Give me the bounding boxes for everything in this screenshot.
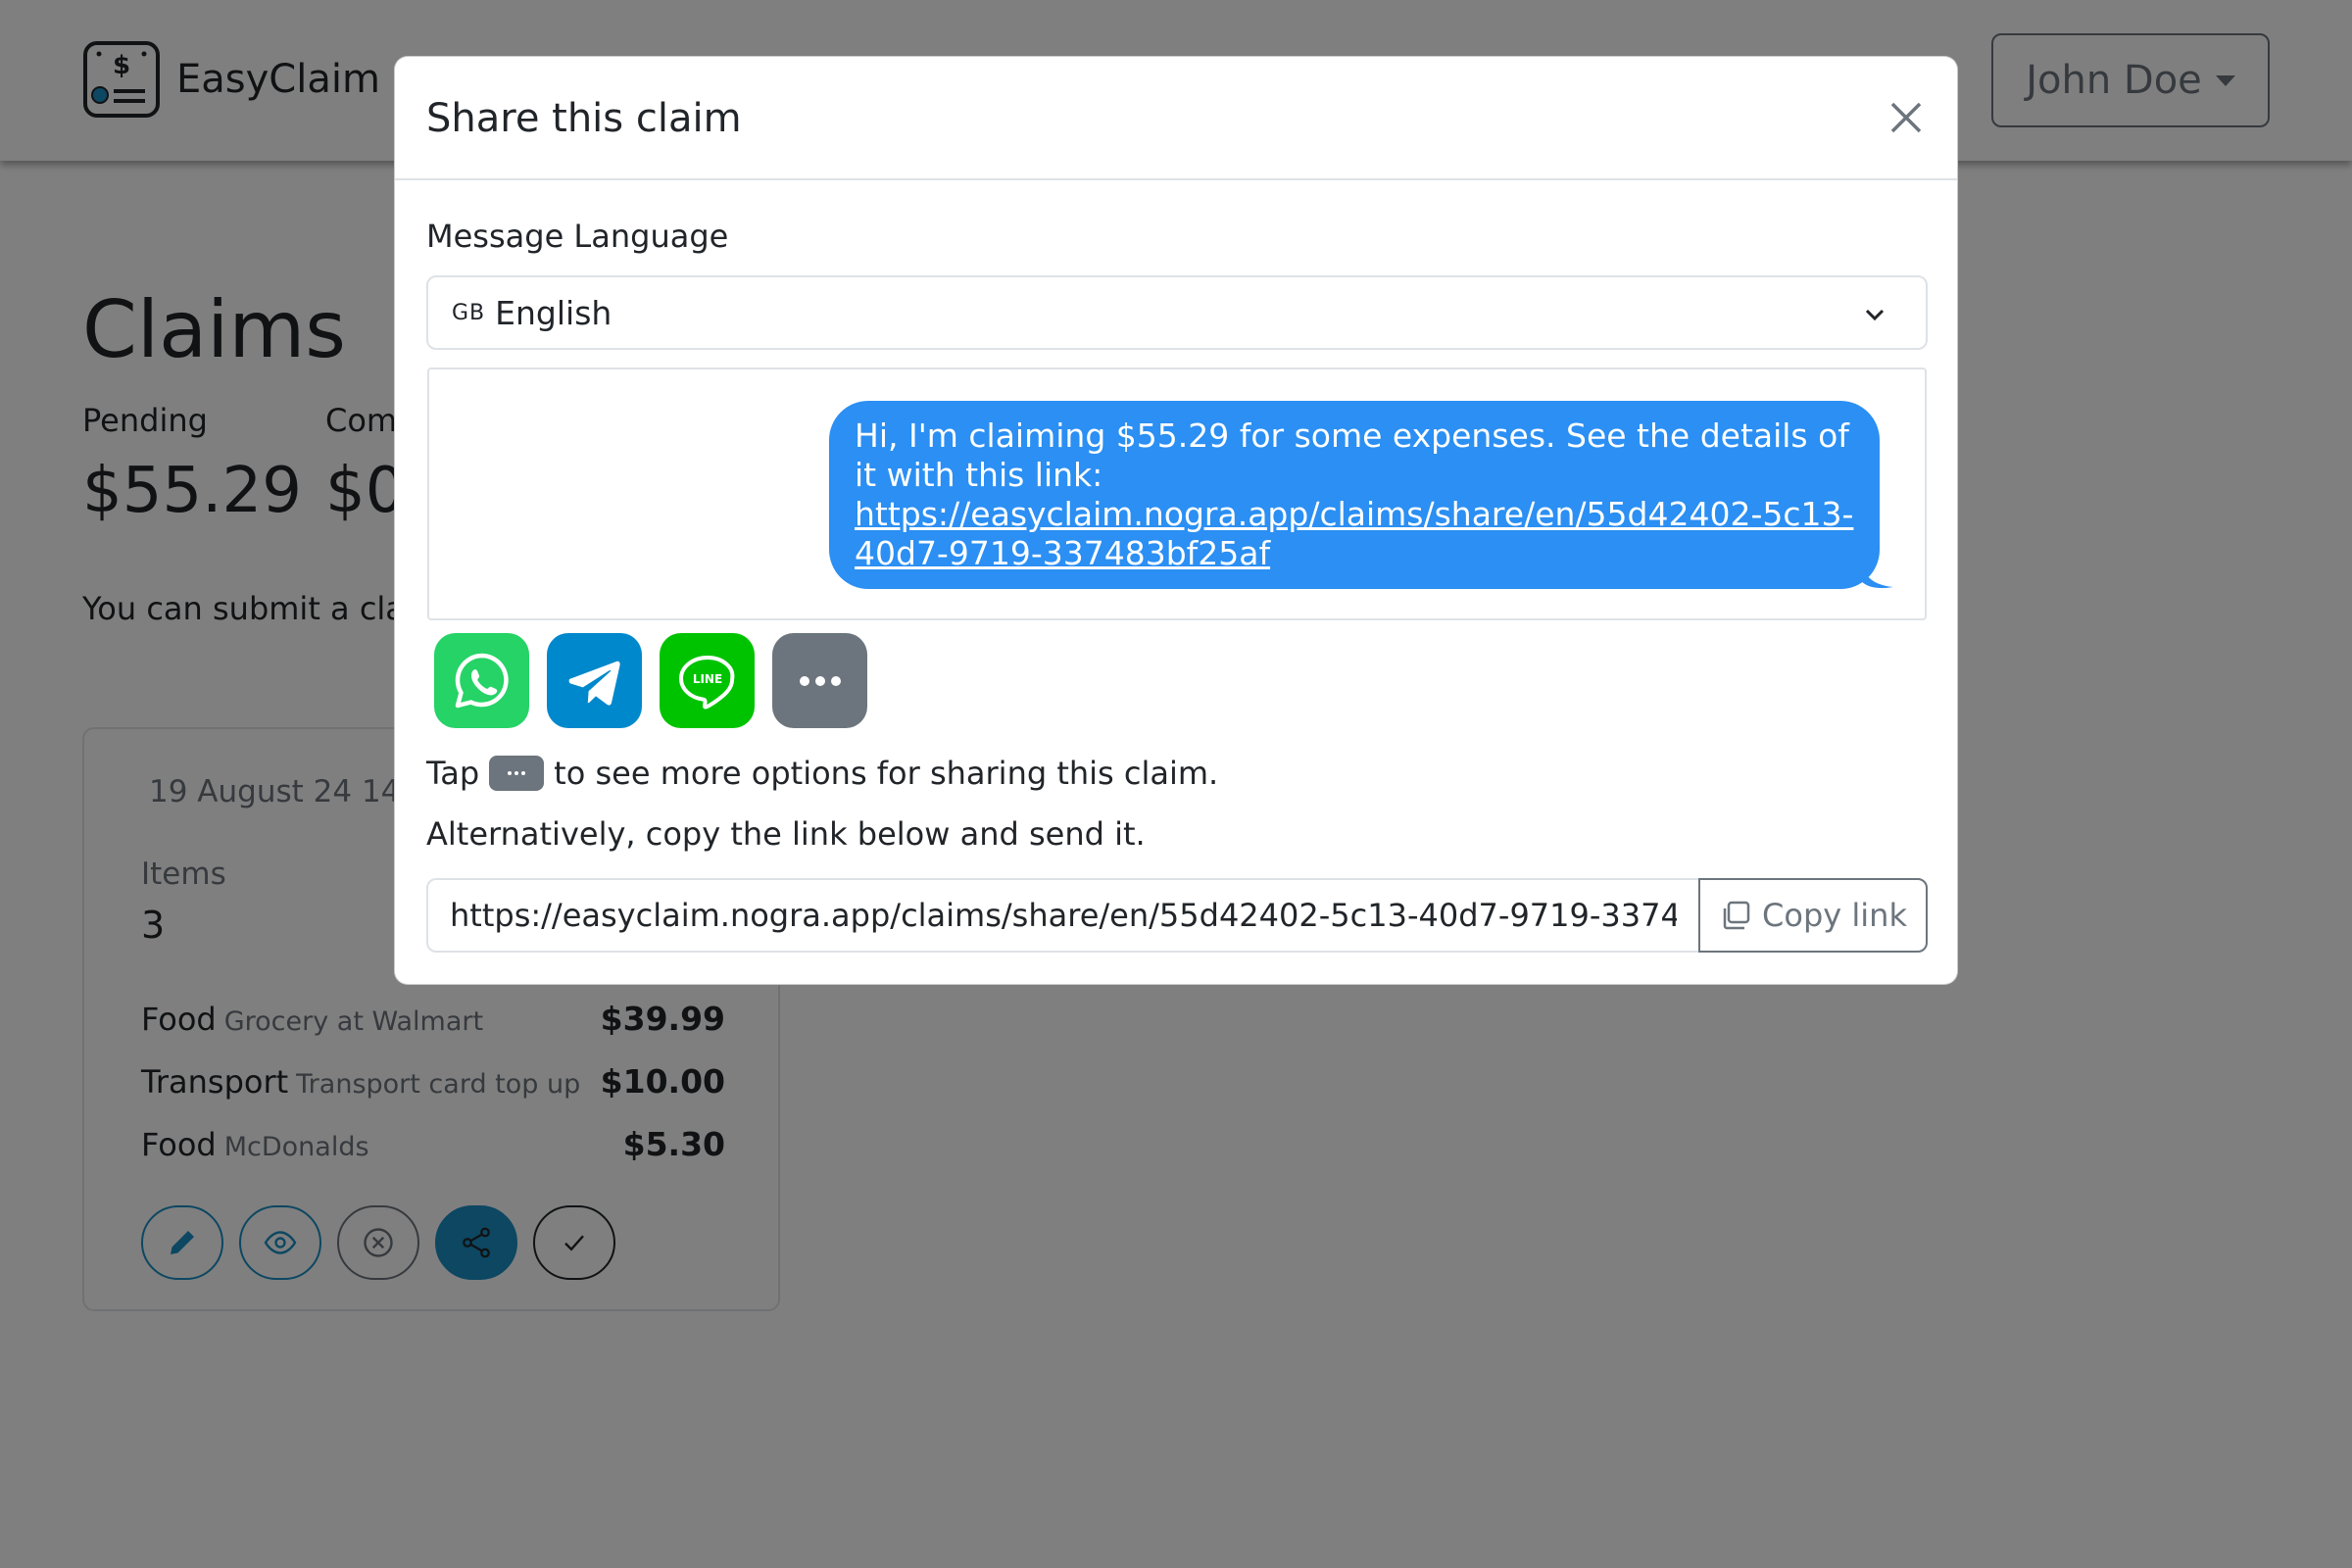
link-copy-group: Copy link [426, 878, 1928, 953]
bubble-tail [1860, 560, 1893, 589]
telegram-icon [568, 661, 620, 706]
share-whatsapp-button[interactable] [434, 633, 529, 728]
message-preview: Hi, I'm claiming $55.29 for some expense… [427, 368, 1927, 620]
close-button[interactable] [1886, 98, 1926, 137]
share-modal: Share this claim Message Language GB Eng… [394, 56, 1958, 985]
message-bubble: Hi, I'm claiming $55.29 for some expense… [829, 401, 1893, 589]
language-label: Message Language [426, 218, 729, 255]
more-icon [799, 675, 841, 686]
share-more-button[interactable] [772, 633, 867, 728]
alternative-hint: Alternatively, copy the link below and s… [426, 815, 1146, 853]
share-link-input[interactable] [426, 878, 1698, 953]
tap-before: Tap [426, 755, 480, 792]
svg-text:LINE: LINE [692, 672, 721, 686]
message-link[interactable]: https://easyclaim.nogra.app/claims/share… [855, 495, 1853, 572]
whatsapp-icon [455, 653, 509, 708]
language-select[interactable]: GB English [426, 275, 1928, 350]
language-code: GB [452, 300, 486, 325]
message-text: Hi, I'm claiming $55.29 for some expense… [855, 416, 1849, 494]
more-chip-icon [489, 756, 545, 791]
chevron-down-icon [1865, 309, 1885, 321]
share-telegram-button[interactable] [547, 633, 642, 728]
copy-link-button[interactable]: Copy link [1698, 878, 1928, 953]
tap-after: to see more options for sharing this cla… [554, 755, 1219, 792]
language-name: English [495, 293, 612, 332]
share-apps: LINE [434, 633, 867, 728]
tap-hint: Tap to see more options for sharing this… [426, 755, 1218, 792]
modal-title: Share this claim [426, 96, 742, 141]
modal-header: Share this claim [395, 57, 1957, 180]
copy-link-label: Copy link [1762, 897, 1907, 934]
close-icon [1890, 102, 1922, 133]
copy-icon [1723, 901, 1750, 930]
share-line-button[interactable]: LINE [660, 633, 755, 728]
line-icon: LINE [678, 655, 734, 709]
